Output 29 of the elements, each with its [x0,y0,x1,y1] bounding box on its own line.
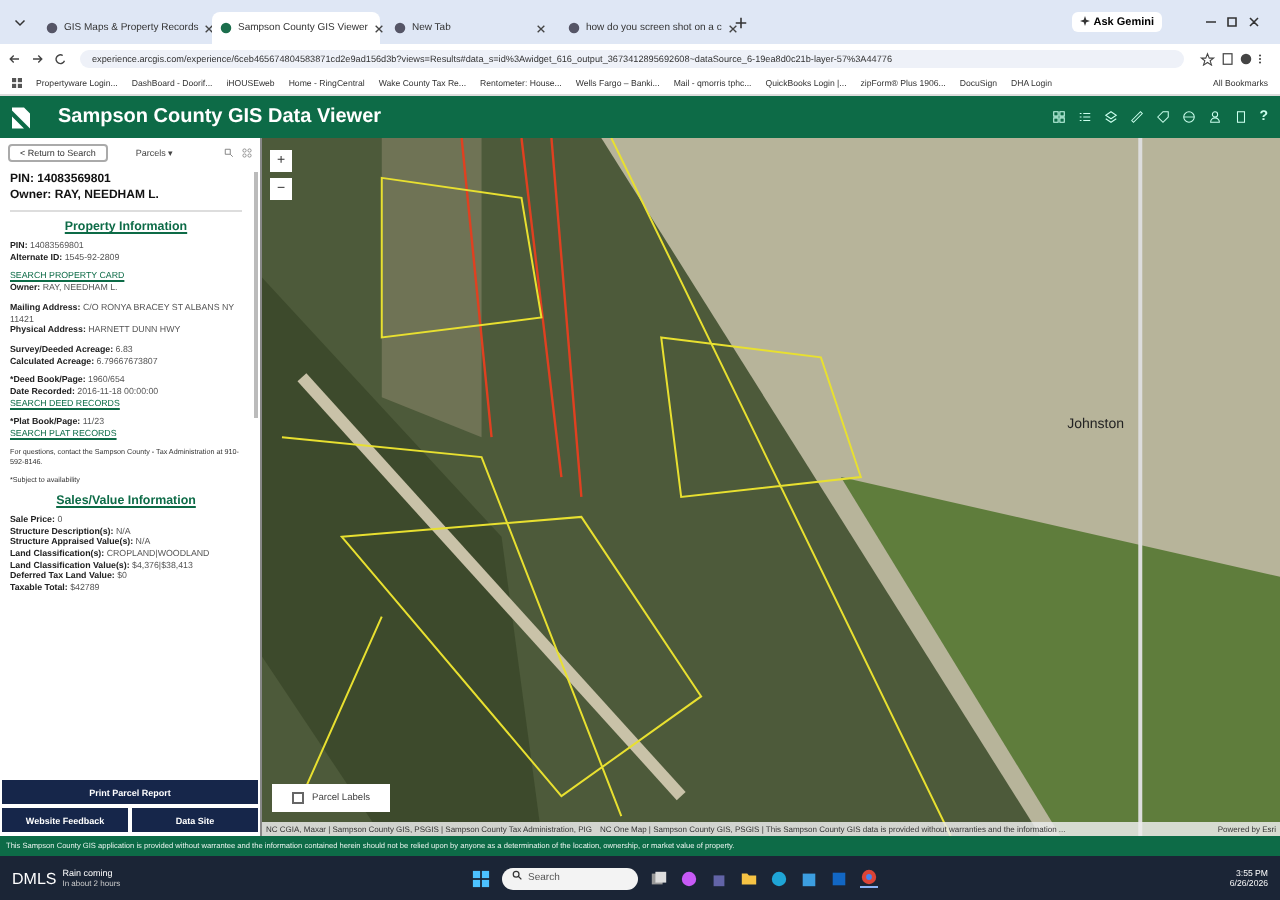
new-tab-icon[interactable] [734,15,748,29]
checkbox[interactable] [292,792,304,804]
person-icon[interactable] [1207,110,1222,124]
list-icon[interactable] [1077,110,1092,124]
close-icon[interactable] [204,23,215,33]
folder-icon[interactable] [740,869,759,887]
close-icon[interactable] [727,23,738,33]
page-icon [394,22,406,34]
page-icon [46,22,58,34]
chevron-icon[interactable] [14,16,26,28]
page-icon [220,22,232,34]
task-view-icon[interactable] [650,869,669,887]
close-icon[interactable] [536,23,546,33]
scrollbar[interactable] [254,172,258,418]
close-icon[interactable] [373,23,384,33]
logo-icon [12,105,30,129]
layers-icon[interactable] [1103,110,1118,124]
page-icon [568,22,580,34]
globe-icon[interactable] [1181,110,1196,124]
zoom-to-icon[interactable] [224,148,234,158]
apps-icon[interactable] [12,78,22,88]
start-icon[interactable] [472,869,491,887]
sparkle-icon [1079,15,1090,26]
weather-text: DMLS [12,869,57,887]
app-title: Sampson County GIS Data Viewer [58,106,382,128]
ruler-icon[interactable] [1129,110,1144,124]
search-icon [512,870,523,880]
grid-icon[interactable] [1051,110,1066,124]
tag-icon[interactable] [1155,110,1170,124]
